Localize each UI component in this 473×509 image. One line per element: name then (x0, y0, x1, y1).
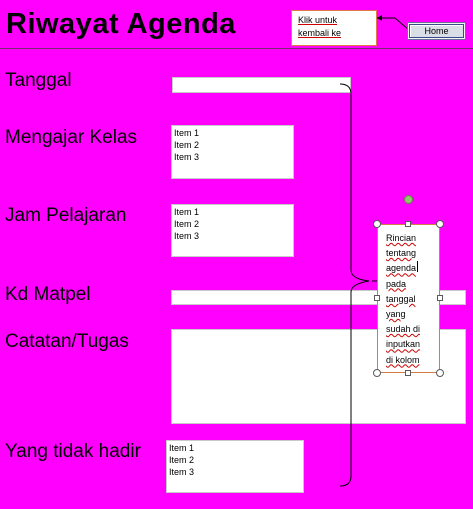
resize-handle-bottom-left[interactable] (373, 369, 381, 377)
resize-handle-bottom-right[interactable] (436, 369, 444, 377)
resize-handle-top-left[interactable] (373, 220, 381, 228)
annotation-line: yang (386, 309, 406, 320)
resize-handle-left[interactable] (374, 295, 380, 301)
annotation-line: tentang (386, 248, 417, 259)
annotation-line: tanggal (386, 293, 416, 304)
resize-handle-top[interactable] (405, 221, 411, 227)
annotation-text: Rincian tentang agenda pada tanggal yang… (386, 231, 436, 368)
annotation-line: sudah di (386, 324, 421, 335)
resize-handle-right[interactable] (437, 295, 443, 301)
resize-handle-top-right[interactable] (436, 220, 444, 228)
rotate-handle-icon[interactable] (404, 195, 413, 204)
annotation-line: inputkan (386, 339, 421, 350)
resize-handle-bottom[interactable] (405, 370, 411, 376)
annotation-line: Rincian (386, 233, 417, 243)
annotation-line: di kolom (386, 354, 420, 365)
annotation-line: pada (386, 278, 407, 289)
annotation-line: agenda (386, 263, 417, 274)
